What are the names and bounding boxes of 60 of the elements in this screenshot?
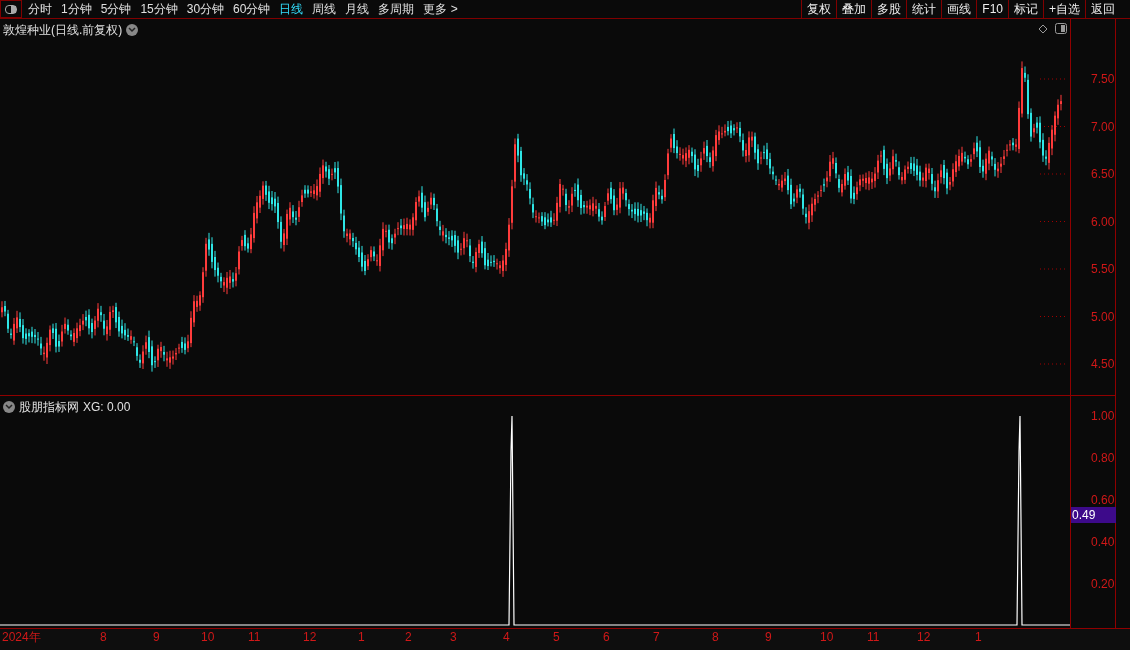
period-tab[interactable]: 日线 xyxy=(279,0,304,18)
time-axis-label: 12 xyxy=(917,631,931,643)
price-axis-label: 7.00 xyxy=(1091,120,1115,133)
time-axis-label: 4 xyxy=(503,631,510,643)
indicator-name: 股朋指标网 xyxy=(19,399,79,416)
time-axis-label: 10 xyxy=(820,631,834,643)
period-tab[interactable]: 分时 xyxy=(28,0,52,18)
time-axis-label: 2024年 xyxy=(2,631,41,643)
price-axis-label: 6.50 xyxy=(1091,168,1115,180)
time-axis-label: 8 xyxy=(712,631,719,643)
time-axis-label: 1 xyxy=(975,631,982,643)
toolbar-button[interactable]: +自选 xyxy=(1043,0,1085,18)
period-tab[interactable]: 15分钟 xyxy=(140,0,178,18)
stock-title: 敦煌种业(日线.前复权) xyxy=(3,22,123,39)
period-tab[interactable]: 月线 xyxy=(345,0,370,18)
diamond-icon[interactable] xyxy=(1038,24,1048,34)
price-axis-label: 7.50 xyxy=(1091,73,1115,85)
time-axis-label: 12 xyxy=(303,631,317,643)
price-axis-label: 5.50 xyxy=(1091,263,1115,275)
toolbar-button[interactable]: 统计 xyxy=(906,0,942,18)
toolbar-button[interactable]: 多股 xyxy=(871,0,907,18)
period-tab[interactable]: 更多 > xyxy=(423,0,458,18)
time-axis-label: 11 xyxy=(867,631,880,643)
chevron-down-icon[interactable] xyxy=(126,24,139,36)
time-axis-label: 11 xyxy=(248,631,261,643)
period-tab[interactable]: 60分钟 xyxy=(233,0,271,18)
indicator-axis-label: 0.80 xyxy=(1091,452,1115,464)
indicator-axis-label: 0.20 xyxy=(1091,578,1115,590)
time-axis-label: 6 xyxy=(603,631,610,643)
time-axis-label: 10 xyxy=(201,631,215,643)
time-axis-label: 8 xyxy=(100,631,107,643)
period-tab[interactable]: 周线 xyxy=(312,0,337,18)
cursor-value-label: 0.49 xyxy=(1071,507,1116,523)
panel-toggle-icon[interactable] xyxy=(1055,23,1067,34)
time-axis-label: 3 xyxy=(450,631,457,643)
indicator-axis-label: 0.40 xyxy=(1091,536,1115,548)
toolbar-button[interactable]: F10 xyxy=(976,0,1008,18)
time-axis-label: 7 xyxy=(653,631,660,643)
price-axis-label: 5.00 xyxy=(1091,310,1115,323)
indicator-reading: XG: 0.00 xyxy=(83,399,131,416)
period-tab[interactable]: 30分钟 xyxy=(186,0,225,18)
period-tab[interactable]: 多周期 xyxy=(378,0,415,18)
indicator-axis-label: 1.00 xyxy=(1091,410,1115,422)
toolbar-button[interactable]: 复权 xyxy=(801,0,837,18)
panel-toggle-icon[interactable] xyxy=(0,0,22,18)
price-axis-label: 6.00 xyxy=(1091,215,1115,228)
period-tab[interactable]: 5分钟 xyxy=(100,0,132,18)
time-axis-label: 1 xyxy=(358,631,365,643)
time-axis-label: 9 xyxy=(765,631,772,643)
indicator-axis-label: 0.60 xyxy=(1091,494,1115,506)
chevron-down-icon[interactable] xyxy=(3,401,15,413)
price-axis-label: 4.50 xyxy=(1091,358,1115,370)
toolbar-button[interactable]: 画线 xyxy=(941,0,977,18)
time-axis-label: 5 xyxy=(553,631,560,643)
time-axis-label: 2 xyxy=(405,631,412,643)
toolbar-button[interactable]: 返回 xyxy=(1085,0,1120,18)
time-axis-label: 9 xyxy=(153,631,160,643)
toolbar-button[interactable]: 标记 xyxy=(1008,0,1043,18)
toolbar-button[interactable]: 叠加 xyxy=(836,0,872,18)
period-tab[interactable]: 1分钟 xyxy=(61,0,92,18)
